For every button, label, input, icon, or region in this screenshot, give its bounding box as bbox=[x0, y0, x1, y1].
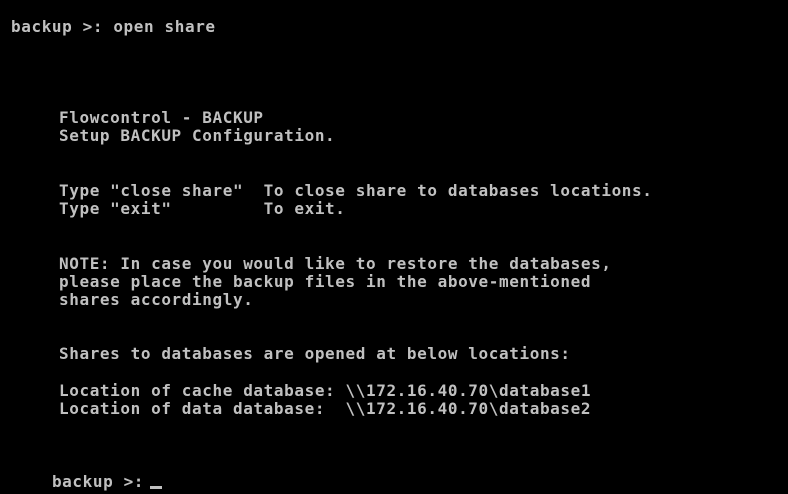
shares-heading: Shares to databases are opened at below … bbox=[59, 344, 571, 363]
note-line-1: NOTE: In case you would like to restore … bbox=[59, 254, 612, 273]
command-prompt-line[interactable]: backup >: bbox=[11, 455, 163, 491]
console-window[interactable]: backup >: open share Flowcontrol - BACKU… bbox=[0, 0, 788, 494]
header-title: Flowcontrol - BACKUP bbox=[59, 108, 264, 127]
previous-command-line: backup >: open share bbox=[11, 17, 216, 36]
location-cache-database: Location of cache database: \\172.16.40.… bbox=[59, 381, 592, 400]
note-line-3: shares accordingly. bbox=[59, 290, 254, 309]
header-subtitle: Setup BACKUP Configuration. bbox=[59, 126, 336, 145]
help-close-share: Type "close share" To close share to dat… bbox=[59, 181, 653, 200]
location-data-database: Location of data database: \\172.16.40.7… bbox=[59, 399, 592, 418]
text-cursor bbox=[150, 486, 163, 489]
help-exit: Type "exit" To exit. bbox=[59, 199, 346, 218]
prompt-text: backup >: bbox=[51, 472, 145, 491]
note-line-2: please place the backup files in the abo… bbox=[59, 272, 592, 291]
